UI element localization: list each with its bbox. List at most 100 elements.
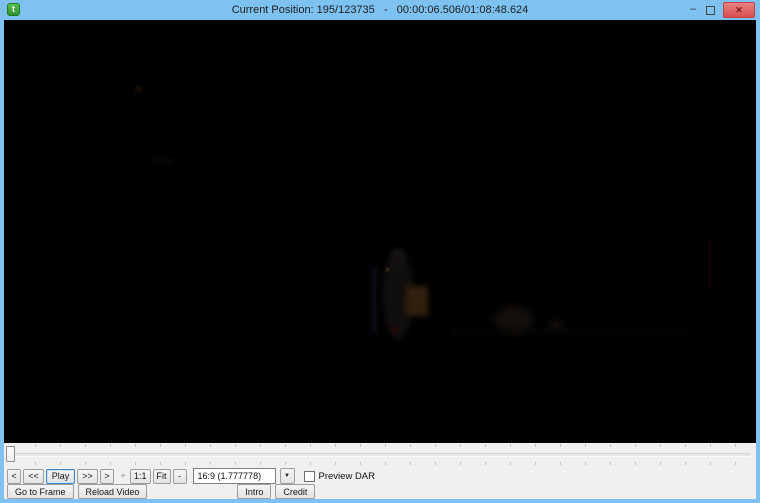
actual-size-button[interactable]: 1:1: [130, 468, 151, 484]
seek-slider[interactable]: [4, 443, 756, 466]
slider-tick: [660, 444, 661, 447]
slider-tick: [710, 462, 711, 465]
slider-tick: [435, 462, 436, 465]
slider-tick: [360, 444, 361, 447]
slider-tick: [610, 444, 611, 447]
slider-tick: [585, 444, 586, 447]
fit-button[interactable]: Fit: [152, 468, 171, 484]
slider-tick: [410, 444, 411, 447]
slider-tick: [685, 444, 686, 447]
slider-tick: [485, 444, 486, 447]
step-back-button[interactable]: <: [7, 468, 21, 484]
intro-button[interactable]: Intro: [237, 484, 272, 499]
slider-tick: [535, 462, 536, 465]
slider-tick: [260, 444, 261, 447]
preview-dar-label: Preview DAR: [318, 470, 376, 482]
slider-tick: [360, 462, 361, 465]
slider-tick: [110, 444, 111, 447]
video-blob: [450, 330, 690, 333]
chevron-down-icon: ▼: [284, 473, 290, 479]
slider-tick: [160, 462, 161, 465]
slider-tick: [735, 444, 736, 447]
video-blob: [391, 326, 399, 333]
slider-tick: [435, 444, 436, 447]
slider-tick: [60, 444, 61, 447]
slider-tick: [510, 444, 511, 447]
maximize-button[interactable]: [701, 3, 719, 17]
seek-forward-button[interactable]: >>: [77, 468, 98, 484]
slider-tick: [310, 462, 311, 465]
preview-dar-control[interactable]: Preview DAR: [303, 470, 376, 482]
aspect-ratio-dropdown-button[interactable]: ▼: [279, 468, 295, 484]
transport-row: < << Play >> > + 1:1 Fit - 16:9 (1.77777…: [7, 468, 375, 484]
slider-tick: [635, 462, 636, 465]
slider-tick: [710, 444, 711, 447]
slider-tick: [235, 462, 236, 465]
slider-tick: [610, 462, 611, 465]
slider-tick: [210, 444, 211, 447]
slider-tick: [685, 462, 686, 465]
slider-tick: [285, 462, 286, 465]
slider-tick: [560, 462, 561, 465]
video-blob: [135, 86, 142, 92]
slider-tick: [460, 444, 461, 447]
slider-tick: [560, 444, 561, 447]
slider-tick: [35, 462, 36, 465]
controls-panel: < << Play >> > + 1:1 Fit - 16:9 (1.77777…: [4, 443, 756, 499]
slider-tick: [85, 444, 86, 447]
slider-tick: [285, 444, 286, 447]
step-forward-button[interactable]: >: [100, 468, 114, 484]
slider-tick: [660, 462, 661, 465]
titlebar[interactable]: t Current Position: 195/123735 - 00:00:0…: [0, 0, 760, 20]
slider-tick: [485, 462, 486, 465]
app-window: t Current Position: 195/123735 - 00:00:0…: [0, 0, 760, 503]
slider-tick: [60, 462, 61, 465]
slider-tick: [335, 462, 336, 465]
slider-tick: [385, 462, 386, 465]
slider-thumb[interactable]: [6, 446, 16, 462]
credit-button[interactable]: Credit: [275, 484, 316, 499]
maximize-icon: [705, 5, 715, 15]
slider-track[interactable]: [6, 453, 751, 457]
slider-tick: [635, 444, 636, 447]
slider-tick: [735, 462, 736, 465]
slider-tick: [335, 444, 336, 447]
video-display: [4, 20, 756, 443]
aspect-ratio-select[interactable]: 16:9 (1.777778): [192, 468, 276, 484]
slider-tick: [460, 462, 461, 465]
video-blob: [709, 240, 711, 288]
slider-tick: [310, 444, 311, 447]
slider-tick: [185, 462, 186, 465]
slider-tick: [160, 444, 161, 447]
slider-tick: [35, 444, 36, 447]
seek-back-button[interactable]: <<: [23, 468, 44, 484]
slider-tick: [410, 462, 411, 465]
minimize-button[interactable]: –: [685, 3, 701, 17]
play-button[interactable]: Play: [46, 468, 75, 484]
slider-tick: [185, 444, 186, 447]
slider-tick: [85, 462, 86, 465]
window-title: Current Position: 195/123735 - 00:00:06.…: [231, 4, 529, 16]
video-blob: [148, 158, 174, 163]
close-button[interactable]: ✕: [723, 2, 755, 18]
go-to-frame-button[interactable]: Go to Frame: [7, 484, 74, 499]
slider-tick: [585, 462, 586, 465]
slider-tick: [135, 462, 136, 465]
slider-tick: [210, 462, 211, 465]
slider-tick: [235, 444, 236, 447]
actions-row: Go to Frame Reload Video Intro Credit: [7, 484, 319, 499]
zoom-out-button[interactable]: -: [172, 468, 187, 484]
zoom-in-button: +: [120, 470, 126, 482]
slider-tick: [385, 444, 386, 447]
video-blob: [406, 286, 428, 316]
slider-tick: [135, 444, 136, 447]
slider-tick: [260, 462, 261, 465]
slider-tick: [535, 444, 536, 447]
video-blob: [386, 268, 389, 271]
reload-video-button[interactable]: Reload Video: [77, 484, 148, 499]
slider-tick: [510, 462, 511, 465]
video-blob: [391, 250, 405, 268]
preview-dar-checkbox[interactable]: [303, 470, 315, 482]
video-blob: [372, 266, 377, 334]
slider-tick: [110, 462, 111, 465]
